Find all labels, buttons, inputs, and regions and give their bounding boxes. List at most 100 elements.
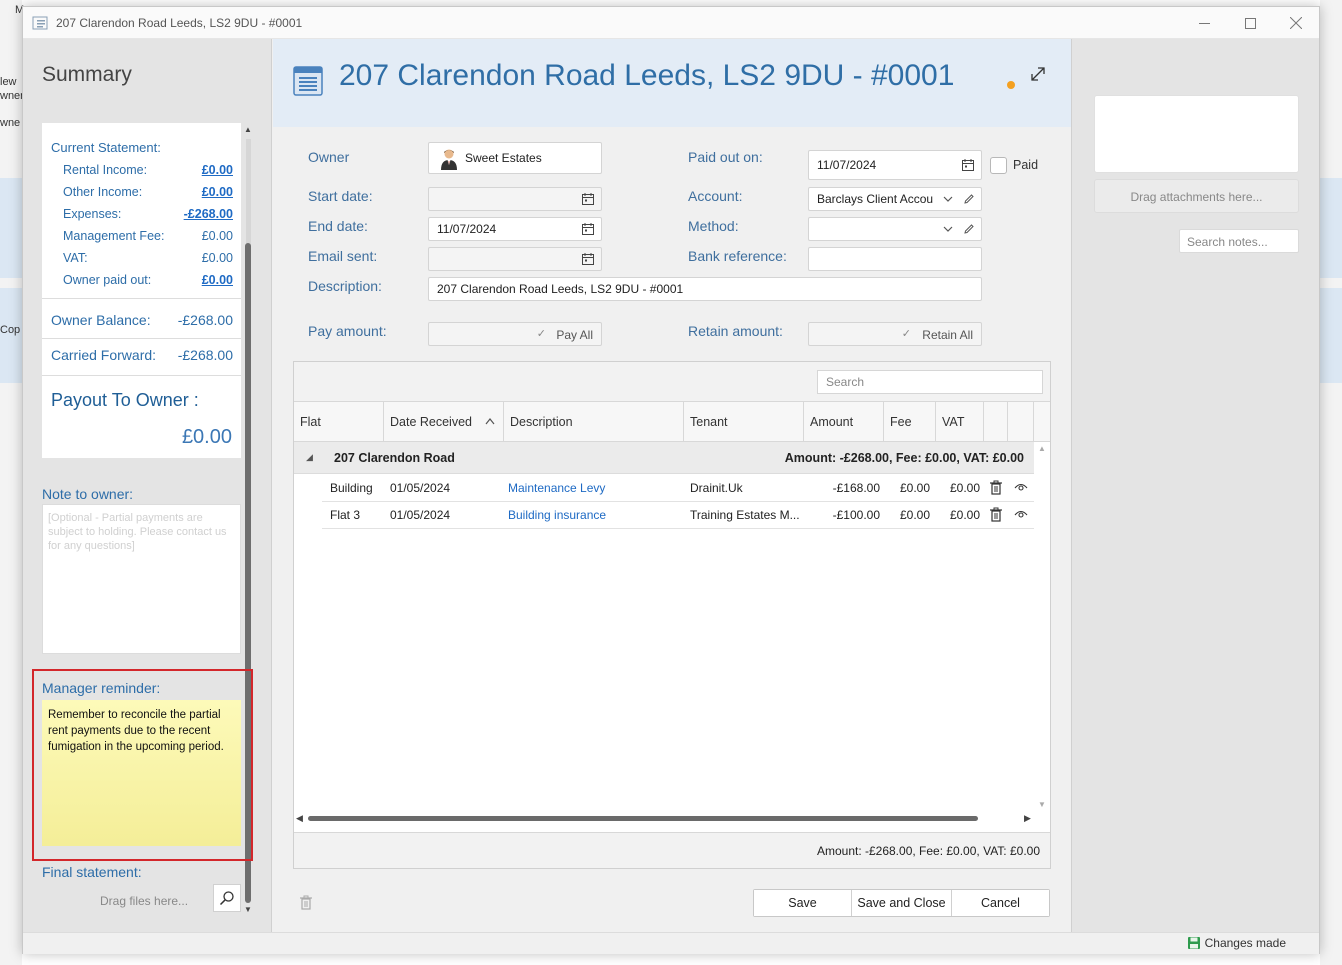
scroll-right-icon[interactable]: ▶ — [1024, 813, 1031, 824]
carried-forward-row: Carried Forward: -£268.00 — [51, 347, 233, 363]
background-right-band — [1320, 178, 1342, 278]
group-row[interactable]: ◢ 207 Clarendon Road Amount: -£268.00, F… — [294, 442, 1034, 474]
paid-checkbox-label: Paid — [1013, 158, 1039, 172]
owner-value: Sweet Estates — [465, 151, 542, 165]
scroll-down-icon[interactable]: ▼ — [1038, 800, 1046, 809]
account-value: Barclays Client Accou — [817, 192, 934, 206]
action-buttons: Save Save and Close Cancel — [753, 889, 1050, 917]
account-label: Account: — [688, 188, 743, 204]
sort-ascending-icon — [485, 418, 495, 425]
rental-income-value[interactable]: £0.00 — [202, 163, 233, 177]
table-row[interactable]: Flat 3 01/05/2024 Building insurance Tra… — [322, 502, 1034, 529]
scroll-up-icon[interactable]: ▲ — [1038, 444, 1046, 453]
pay-amount-field[interactable]: ✓ Pay All — [428, 322, 602, 346]
horizontal-scrollbar[interactable]: ◀ ▶ — [294, 812, 1034, 826]
attachments-panel: Drag attachments here... Search notes... — [1071, 39, 1319, 932]
expand-icon[interactable] — [1029, 65, 1047, 83]
column-header-tenant[interactable]: Tenant — [684, 402, 804, 442]
cell-description-link[interactable]: Maintenance Levy — [508, 481, 605, 495]
expenses-value[interactable]: -£268.00 — [184, 207, 233, 221]
paid-out-on-value: 11/07/2024 — [817, 158, 877, 172]
statement-editor: 207 Clarendon Road Leeds, LS2 9DU - #000… — [273, 39, 1071, 932]
other-income-value[interactable]: £0.00 — [202, 185, 233, 199]
calendar-icon[interactable] — [581, 222, 595, 236]
summary-panel: Summary Current Statement: Rental Income… — [23, 39, 272, 932]
column-header-date-received[interactable]: Date Received — [384, 402, 504, 442]
note-to-owner-input[interactable]: [Optional - Partial payments are subject… — [42, 504, 241, 654]
paid-out-on-field[interactable]: 11/07/2024 — [808, 150, 982, 180]
status-bar: Changes made — [23, 932, 1319, 954]
maximize-button[interactable] — [1227, 7, 1273, 39]
retain-all-button[interactable]: Retain All — [922, 328, 973, 342]
owner-paid-out-label: Owner paid out: — [63, 273, 152, 287]
vat-value: £0.00 — [201, 251, 233, 265]
statement-window: 207 Clarendon Road Leeds, LS2 9DU - #000… — [22, 6, 1320, 954]
delete-statement-button[interactable] — [293, 890, 319, 916]
summary-card: Current Statement: Rental Income: £0.00 … — [42, 123, 241, 458]
final-statement-label: Final statement: — [42, 864, 142, 880]
chevron-down-icon[interactable] — [942, 193, 954, 205]
email-sent-field[interactable] — [428, 247, 602, 271]
retain-amount-label: Retain amount: — [688, 323, 783, 339]
description-input[interactable]: 207 Clarendon Road Leeds, LS2 9DU - #000… — [428, 277, 982, 301]
column-header-vat[interactable]: VAT — [936, 402, 984, 442]
search-icon — [219, 891, 234, 906]
browse-files-button[interactable] — [213, 884, 241, 912]
drag-files-zone[interactable]: Drag files here... — [100, 894, 188, 908]
save-button[interactable]: Save — [754, 890, 852, 916]
paid-out-on-label: Paid out on: — [688, 149, 763, 165]
payout-to-owner-label: Payout To Owner : — [51, 390, 199, 410]
collapse-triangle-icon[interactable]: ◢ — [306, 452, 313, 463]
close-button[interactable] — [1273, 7, 1319, 39]
grid-search-input[interactable]: Search — [817, 370, 1043, 394]
owner-paid-out-value[interactable]: £0.00 — [202, 273, 233, 287]
column-header-label: Date Received — [390, 415, 472, 429]
note-to-owner-label: Note to owner: — [42, 486, 134, 502]
calendar-icon[interactable] — [961, 158, 975, 172]
bank-reference-input[interactable] — [808, 247, 982, 271]
background-label: wne — [0, 117, 21, 129]
manager-reminder-input[interactable]: Remember to reconcile the partial rent p… — [42, 700, 241, 846]
cell-description-link[interactable]: Building insurance — [508, 508, 606, 522]
scroll-left-icon[interactable]: ◀ — [296, 813, 303, 824]
search-notes-input[interactable]: Search notes... — [1179, 229, 1299, 253]
calendar-icon[interactable] — [581, 252, 595, 266]
scroll-up-icon[interactable]: ▲ — [244, 125, 252, 134]
save-and-close-button[interactable]: Save and Close — [852, 890, 952, 916]
column-header-amount[interactable]: Amount — [804, 402, 884, 442]
column-header-flat[interactable]: Flat — [294, 402, 384, 442]
retain-amount-field[interactable]: ✓ Retain All — [808, 322, 982, 346]
owner-field[interactable]: Sweet Estates — [428, 142, 602, 174]
trash-icon[interactable] — [989, 480, 1003, 496]
method-select[interactable] — [808, 217, 982, 241]
other-income-row: Other Income: £0.00 — [63, 185, 233, 199]
calendar-icon[interactable] — [581, 192, 595, 206]
trash-icon[interactable] — [989, 507, 1003, 523]
account-select[interactable]: Barclays Client Accou — [808, 187, 982, 211]
start-date-field[interactable] — [428, 187, 602, 211]
paid-checkbox[interactable] — [990, 157, 1007, 174]
view-eye-icon[interactable] — [1014, 480, 1028, 496]
chevron-down-icon[interactable] — [942, 223, 954, 235]
divider — [42, 338, 241, 339]
rental-income-label: Rental Income: — [63, 163, 148, 177]
column-header-description[interactable]: Description — [504, 402, 684, 442]
cancel-button[interactable]: Cancel — [952, 890, 1049, 916]
title-bar[interactable]: 207 Clarendon Road Leeds, LS2 9DU - #000… — [23, 7, 1319, 39]
table-row[interactable]: Building 01/05/2024 Maintenance Levy Dra… — [322, 475, 1034, 502]
pay-all-button[interactable]: Pay All — [556, 328, 593, 342]
end-date-field[interactable]: 11/07/2024 — [428, 217, 602, 241]
horizontal-scroll-thumb[interactable] — [308, 816, 978, 821]
trash-icon — [300, 895, 312, 910]
edit-pencil-icon[interactable] — [963, 223, 975, 235]
drag-attachments-zone[interactable]: Drag attachments here... — [1094, 179, 1299, 213]
column-header-fee[interactable]: Fee — [884, 402, 936, 442]
scroll-down-icon[interactable]: ▼ — [244, 905, 252, 914]
view-eye-icon[interactable] — [1014, 507, 1028, 523]
pay-amount-label: Pay amount: — [308, 323, 387, 339]
edit-pencil-icon[interactable] — [963, 193, 975, 205]
vat-row: VAT: £0.00 — [63, 251, 233, 265]
method-label: Method: — [688, 218, 739, 234]
start-date-label: Start date: — [308, 188, 373, 204]
minimize-button[interactable] — [1181, 7, 1227, 39]
